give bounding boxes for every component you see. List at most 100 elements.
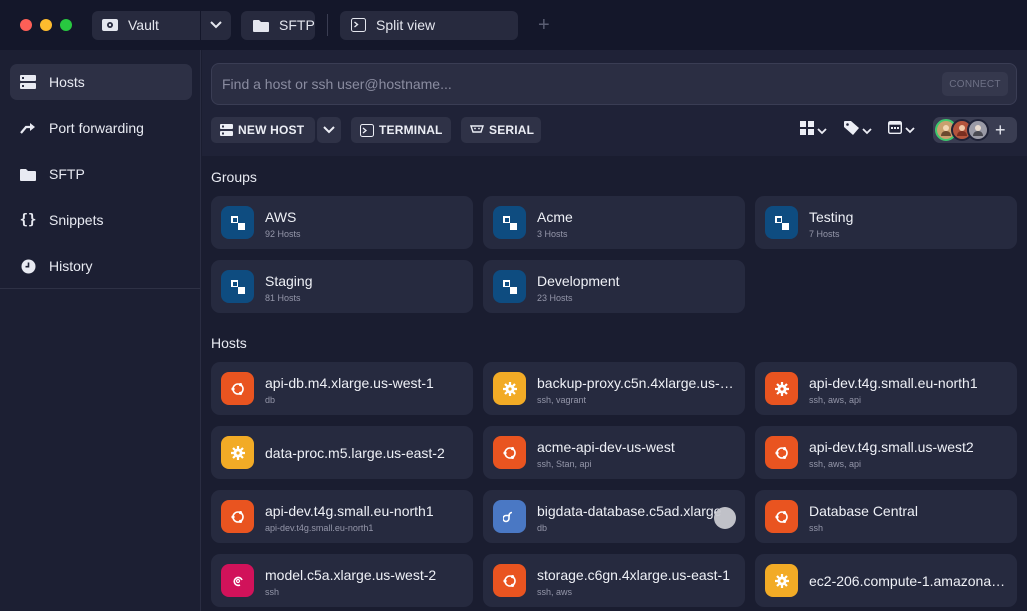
host-card[interactable]: Database Central ssh (755, 490, 1017, 543)
group-card-testing[interactable]: Testing 7 Hosts (755, 196, 1017, 249)
tag-filter[interactable] (844, 121, 872, 140)
sidebar-item-label: Port forwarding (49, 120, 144, 136)
host-card[interactable]: api-dev.t4g.small.eu-north1 ssh, aws, ap… (755, 362, 1017, 415)
group-card-acme[interactable]: Acme 3 Hosts (483, 196, 745, 249)
minimize-window-button[interactable] (40, 19, 52, 31)
group-name: Acme (537, 209, 573, 225)
gear-icon (765, 372, 798, 405)
tab-vault[interactable]: Vault (92, 10, 231, 40)
host-tags: ssh, aws, api (809, 395, 862, 405)
host-name: api-dev.t4g.small.eu-north1 (809, 375, 978, 391)
chevron-down-icon (817, 122, 827, 140)
ubuntu-icon (493, 436, 526, 469)
sidebar-item-port-forwarding[interactable]: Port forwarding (10, 110, 192, 146)
grid-view-toggle[interactable] (800, 121, 827, 140)
host-card[interactable]: api-dev.t4g.small.eu-north1 api-dev.t4g.… (211, 490, 473, 543)
connect-button[interactable]: CONNECT (942, 72, 1008, 96)
team-avatars[interactable]: + (933, 117, 1017, 143)
host-name: api-dev.t4g.small.eu-north1 (265, 503, 434, 519)
tab-split-label: Split view (376, 17, 436, 33)
host-card[interactable]: storage.c6gn.4xlarge.us-east-1 ssh, aws (483, 554, 745, 607)
host-name: api-db.m4.xlarge.us-west-1 (265, 375, 434, 391)
tab-sftp[interactable]: SFTP (241, 10, 315, 40)
tab-sftp-label: SFTP (279, 17, 315, 33)
group-host-count: 81 Hosts (265, 293, 301, 303)
ubuntu-icon (765, 436, 798, 469)
braces-icon: {} (19, 212, 37, 228)
host-name: data-proc.m5.large.us-east-2 (265, 445, 445, 461)
chevron-down-icon (905, 121, 915, 139)
host-name: Database Central (809, 503, 918, 519)
ubuntu-icon (221, 500, 254, 533)
chevron-down-icon (862, 122, 872, 140)
group-icon (221, 270, 254, 303)
avatar[interactable] (967, 119, 989, 141)
host-card[interactable]: acme-api-dev-us-west ssh, Stan, api (483, 426, 745, 479)
host-card[interactable]: bigdata-database.c5ad.xlarge db (483, 490, 745, 543)
mouse-cursor (714, 507, 736, 529)
hosts-icon (220, 124, 233, 136)
main-panel: Find a host or ssh user@hostname... CONN… (202, 50, 1027, 611)
host-tags: ssh, aws, api (809, 459, 862, 469)
close-window-button[interactable] (20, 19, 32, 31)
group-name: Testing (809, 209, 854, 225)
terminal-label: TERMINAL (379, 123, 443, 137)
host-tags: ssh, vagrant (537, 395, 587, 405)
host-tags: ssh (809, 523, 824, 533)
tag-icon (844, 121, 859, 140)
sidebar-item-history[interactable]: History (10, 248, 192, 284)
search-input[interactable]: Find a host or ssh user@hostname... CONN… (211, 63, 1017, 105)
host-tags: ssh, Stan, api (537, 459, 592, 469)
serial-button[interactable]: SERIAL (461, 117, 541, 143)
chevron-down-icon (323, 123, 335, 137)
terminal-button[interactable]: TERMINAL (351, 117, 451, 143)
tab-split-view[interactable]: Split view (340, 10, 518, 40)
terminal-icon (348, 17, 368, 33)
host-tags: ssh (265, 587, 280, 597)
host-card[interactable]: api-dev.t4g.small.us-west2 ssh, aws, api (755, 426, 1017, 479)
new-tab-button[interactable]: + (538, 14, 550, 37)
sidebar-item-snippets[interactable]: {} Snippets (10, 202, 192, 238)
hosts-heading: Hosts (211, 335, 247, 351)
group-card-development[interactable]: Development 23 Hosts (483, 260, 745, 313)
host-card[interactable]: model.c5a.xlarge.us-west-2 ssh (211, 554, 473, 607)
fedora-icon (493, 500, 526, 533)
group-card-aws[interactable]: AWS 92 Hosts (211, 196, 473, 249)
folder-icon (251, 17, 271, 33)
group-icon (221, 206, 254, 239)
new-host-label: NEW HOST (238, 123, 305, 137)
sort-filter[interactable] (887, 120, 915, 139)
host-tags: ssh, aws (537, 587, 573, 597)
toolbar: NEW HOST TERMINAL SERIAL + (211, 117, 1017, 143)
sidebar-item-hosts[interactable]: Hosts (10, 64, 192, 100)
sidebar-item-label: SFTP (49, 166, 85, 182)
group-icon (493, 270, 526, 303)
group-card-staging[interactable]: Staging 81 Hosts (211, 260, 473, 313)
ubuntu-icon (493, 564, 526, 597)
group-host-count: 7 Hosts (809, 229, 840, 239)
tab-vault-label: Vault (128, 17, 159, 33)
new-host-button[interactable]: NEW HOST (211, 117, 315, 143)
host-card[interactable]: data-proc.m5.large.us-east-2 (211, 426, 473, 479)
host-name: ec2-206.compute-1.amazonaws.com (809, 573, 1009, 589)
folder-icon (19, 168, 37, 181)
serial-icon (470, 125, 484, 135)
new-host-dropdown[interactable] (317, 117, 341, 143)
vault-icon (100, 17, 120, 33)
add-member-button[interactable]: + (995, 120, 1006, 141)
host-name: model.c5a.xlarge.us-west-2 (265, 567, 437, 583)
host-card[interactable]: api-db.m4.xlarge.us-west-1 db (211, 362, 473, 415)
group-host-count: 3 Hosts (537, 229, 568, 239)
group-host-count: 23 Hosts (537, 293, 573, 303)
gear-icon (493, 372, 526, 405)
host-card[interactable]: ec2-206.compute-1.amazonaws.com (755, 554, 1017, 607)
host-name: storage.c6gn.4xlarge.us-east-1 (537, 567, 730, 583)
hosts-icon (19, 75, 37, 89)
group-name: AWS (265, 209, 297, 225)
host-card[interactable]: backup-proxy.c5n.4xlarge.us-west-1 ssh, … (483, 362, 745, 415)
sidebar-item-sftp[interactable]: SFTP (10, 156, 192, 192)
sidebar-item-label: Snippets (49, 212, 104, 228)
chevron-down-icon[interactable] (201, 21, 231, 29)
sidebar-item-label: History (49, 258, 93, 274)
maximize-window-button[interactable] (60, 19, 72, 31)
